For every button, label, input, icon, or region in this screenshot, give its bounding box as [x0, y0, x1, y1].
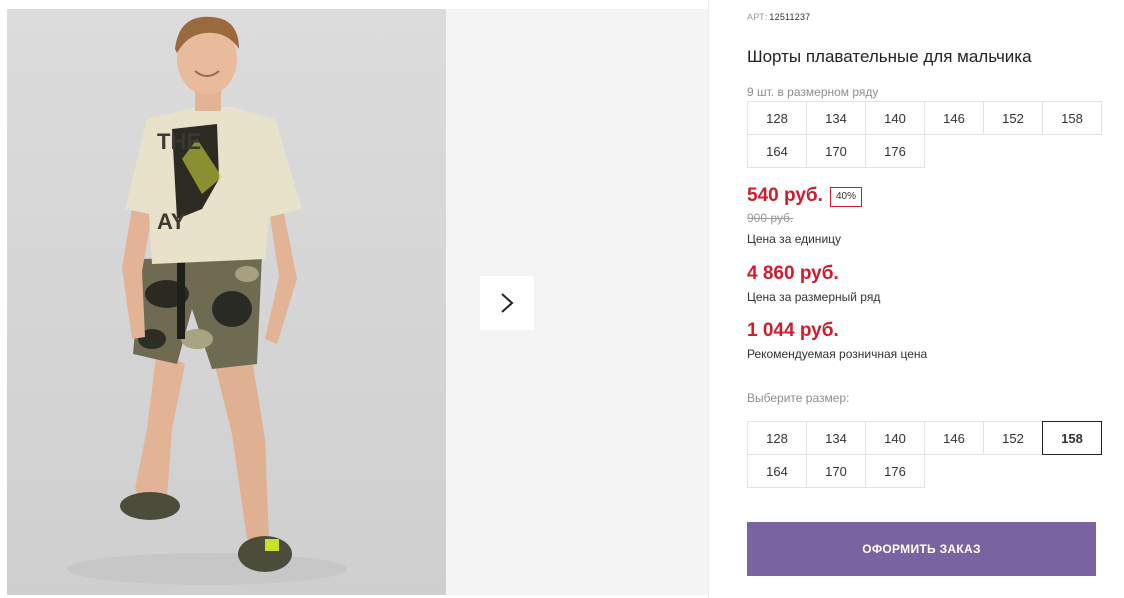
article-label: АРТ:: [747, 12, 768, 22]
old-price: 900 руб.: [747, 211, 794, 225]
pack-size-grid: 128 134 140 146 152 158 164 170 176: [747, 101, 1102, 168]
pack-size-cell: 140: [865, 101, 925, 135]
size-option-164[interactable]: 164: [747, 454, 807, 488]
size-option-170[interactable]: 170: [806, 454, 866, 488]
size-option-146[interactable]: 146: [924, 421, 984, 455]
product-photo-illustration: THE AY: [67, 16, 347, 585]
product-title: Шорты плавательные для мальчика: [747, 47, 1032, 66]
size-option-134[interactable]: 134: [806, 421, 866, 455]
pack-size-cell: 164: [747, 134, 807, 168]
size-option-176[interactable]: 176: [865, 454, 925, 488]
size-selector: 128 134 140 146 152 158 164 170 176: [747, 421, 1102, 488]
size-option-158-selected[interactable]: 158: [1042, 421, 1102, 455]
pack-size-cell: 128: [747, 101, 807, 135]
svg-text:THE: THE: [157, 129, 201, 154]
pack-size-cell: 176: [865, 134, 925, 168]
row-price: 4 860 руб.: [747, 263, 839, 284]
article-value: 12511237: [769, 12, 811, 22]
place-order-button[interactable]: ОФОРМИТЬ ЗАКАЗ: [747, 522, 1096, 576]
pack-size-cell: 152: [983, 101, 1043, 135]
discount-badge: 40%: [830, 187, 863, 207]
pack-size-cell: 158: [1042, 101, 1102, 135]
retail-price-caption: Рекомендуемая розничная цена: [747, 347, 928, 361]
article-number: АРТ: 12511237: [747, 12, 810, 22]
pack-size-hint: 9 шт. в размерном ряду: [747, 85, 879, 99]
chevron-right-icon: [501, 293, 514, 313]
product-photo-main[interactable]: THE AY: [7, 9, 446, 595]
retail-price: 1 044 руб.: [747, 320, 839, 341]
unit-price: 540 руб.: [747, 185, 823, 206]
svg-text:AY: AY: [157, 209, 186, 234]
size-option-140[interactable]: 140: [865, 421, 925, 455]
pack-size-cell: 170: [806, 134, 866, 168]
choose-size-hint: Выберите размер:: [747, 391, 850, 405]
unit-price-caption: Цена за единицу: [747, 232, 842, 246]
size-option-128[interactable]: 128: [747, 421, 807, 455]
size-option-152[interactable]: 152: [983, 421, 1043, 455]
row-price-caption: Цена за размерный ряд: [747, 290, 881, 304]
product-gallery: THE AY: [0, 0, 709, 598]
pack-size-cell: 134: [806, 101, 866, 135]
pack-size-cell: 146: [924, 101, 984, 135]
gallery-next-button[interactable]: [480, 276, 534, 330]
